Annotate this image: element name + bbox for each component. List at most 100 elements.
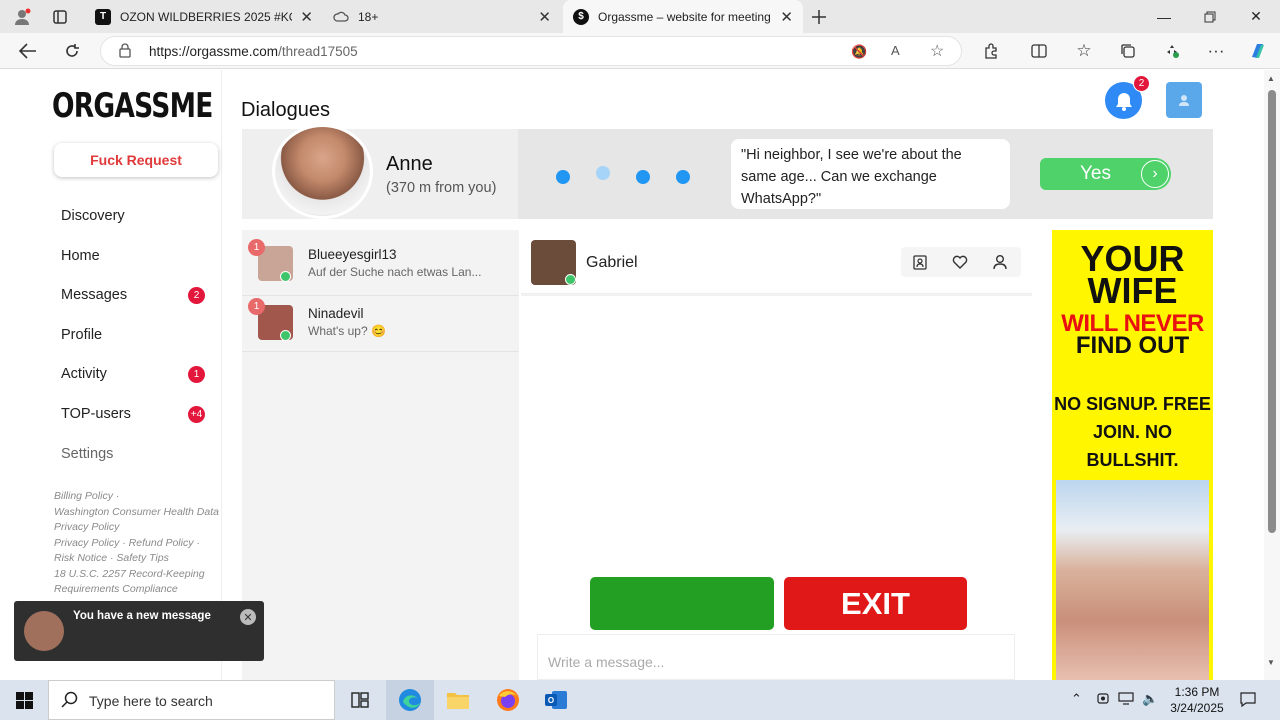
notification-blocked-icon[interactable]: 🔕 — [851, 44, 867, 60]
profile-photo[interactable] — [272, 124, 373, 219]
restore-icon[interactable] — [1187, 0, 1233, 33]
advertisement[interactable]: YOUR WIFE WILL NEVER FIND OUT NO SIGNUP.… — [1052, 230, 1213, 680]
scroll-up-icon[interactable]: ▲ — [1267, 74, 1275, 83]
chat-header: Gabriel — [521, 230, 1032, 294]
list-item[interactable]: 1 Blueeyesgirl13 Auf der Suche nach etwa… — [242, 237, 519, 296]
page-scrollbar[interactable]: ▲ ▼ — [1264, 70, 1280, 680]
browser-tab-strip: T OZON WILDBERRIES 2025 #KOFA ✕ 18+ ✕ $ … — [0, 0, 1280, 33]
toast-text: You have a new message — [73, 610, 211, 622]
site-favicon-icon: $ — [573, 8, 589, 25]
tab-title: OZON WILDBERRIES 2025 #KOFA — [120, 9, 292, 24]
close-icon[interactable]: ✕ — [240, 609, 256, 625]
profile-icon[interactable] — [4, 0, 40, 33]
favorite-star-icon[interactable]: ☆ — [930, 41, 944, 61]
taskbar: Type here to search O ⌃ 🔈 1:36 PM 3/24/2… — [0, 680, 1280, 720]
ad-image — [1056, 480, 1209, 680]
close-icon[interactable]: ✕ — [538, 8, 551, 26]
profile-name[interactable]: Anne — [386, 153, 433, 176]
more-menu-icon[interactable]: ··· — [1204, 39, 1228, 63]
taskbar-clock[interactable]: 1:36 PM 3/24/2025 — [1162, 684, 1232, 716]
scrollbar-thumb[interactable] — [1268, 90, 1276, 533]
unread-badge: 1 — [248, 298, 265, 315]
ad-headline: YOUR WIFE — [1080, 238, 1185, 311]
browser-essentials-icon[interactable] — [1160, 39, 1184, 63]
read-aloud-icon[interactable]: A — [891, 43, 900, 58]
favorites-icon[interactable]: ☆ — [1072, 39, 1096, 63]
banner-message: "Hi neighbor, I see we're about the same… — [731, 139, 1010, 209]
yes-button[interactable]: Yes › — [1040, 158, 1171, 190]
file-explorer-icon[interactable] — [434, 680, 482, 720]
health-privacy-link[interactable]: Washington Consumer Health Data Privacy … — [54, 505, 222, 536]
activity-badge: 1 — [188, 366, 205, 383]
notification-center-icon[interactable] — [1240, 691, 1256, 710]
page-content: ORGASSME Fuck Request Discovery Home Mes… — [0, 70, 1264, 680]
chat-contact-name[interactable]: Gabriel — [586, 254, 638, 272]
lock-icon[interactable] — [119, 43, 131, 63]
tray-app-icon[interactable] — [1096, 691, 1110, 708]
back-icon[interactable] — [16, 39, 40, 63]
tab-ozon[interactable]: T OZON WILDBERRIES 2025 #KOFA ✕ — [85, 0, 323, 33]
tab-18plus[interactable]: 18+ ✕ — [323, 0, 561, 33]
ad-subheadline: FIND OUT — [1075, 332, 1190, 359]
close-icon[interactable]: ✕ — [300, 8, 313, 26]
volume-icon[interactable]: 🔈 — [1142, 691, 1158, 707]
tab-title: 18+ — [358, 9, 379, 24]
conversation-preview: Auf der Suche nach etwas Lan... — [308, 265, 482, 279]
nav-item-settings[interactable]: Settings — [61, 446, 113, 462]
typing-dot — [596, 166, 610, 180]
user-icon[interactable] — [991, 253, 1009, 271]
minimize-icon[interactable]: — — [1141, 0, 1187, 33]
copilot-icon[interactable] — [1246, 39, 1270, 63]
extensions-icon[interactable] — [979, 39, 1003, 63]
typing-dot — [556, 170, 570, 184]
green-button[interactable] — [590, 577, 774, 630]
windows-start-icon[interactable] — [0, 680, 48, 720]
request-button[interactable]: Fuck Request — [54, 143, 218, 177]
conversation-name: Blueeyesgirl13 — [308, 247, 397, 262]
exit-button[interactable]: EXIT — [784, 577, 967, 630]
message-input[interactable]: Write a message... — [537, 634, 1015, 680]
site-logo[interactable]: ORGASSME — [52, 86, 213, 126]
nav-item-top-users[interactable]: TOP-users — [61, 406, 131, 422]
user-avatar-button[interactable] — [1166, 82, 1202, 118]
privacy-refund-links[interactable]: Privacy Policy · Refund Policy · — [54, 536, 222, 552]
tab-orgassme[interactable]: $ Orgassme – website for meeting ✕ — [563, 0, 803, 33]
collections-icon[interactable] — [1116, 39, 1140, 63]
outlook-icon[interactable]: O — [532, 680, 580, 720]
new-tab-icon[interactable] — [796, 0, 842, 33]
edge-icon[interactable] — [386, 680, 434, 720]
chevron-up-icon[interactable]: ⌃ — [1071, 691, 1082, 707]
close-icon[interactable]: ✕ — [780, 8, 793, 26]
compliance-link[interactable]: 18 U.S.C. 2257 Record-Keeping Requiremen… — [54, 567, 222, 598]
nav-item-home[interactable]: Home — [61, 248, 100, 264]
conversation-name: Ninadevil — [308, 306, 364, 321]
profile-card-icon[interactable] — [911, 253, 929, 271]
refresh-icon[interactable] — [60, 39, 84, 63]
online-indicator — [280, 271, 291, 282]
list-item[interactable]: 1 Ninadevil What's up? 😊 — [242, 296, 519, 352]
heart-icon[interactable] — [951, 253, 969, 271]
new-message-toast[interactable]: You have a new message ✕ — [14, 601, 264, 661]
url-text[interactable]: https://orgassme.com/thread17505 — [149, 44, 358, 59]
taskbar-search[interactable]: Type here to search — [48, 680, 335, 720]
nav-item-profile[interactable]: Profile — [61, 327, 102, 343]
firefox-icon[interactable] — [484, 680, 532, 720]
nav-item-activity[interactable]: Activity — [61, 366, 107, 382]
clock-time: 1:36 PM — [1174, 685, 1220, 699]
clock-date: 3/24/2025 — [1170, 701, 1224, 715]
t-favicon-icon: T — [95, 8, 111, 25]
url-domain: https://orgassme.com — [149, 44, 279, 59]
split-screen-icon[interactable] — [1027, 39, 1051, 63]
billing-policy-link[interactable]: Billing Policy · — [54, 489, 222, 505]
risk-safety-links[interactable]: Risk Notice · Safety Tips — [54, 551, 222, 567]
notifications-badge: 2 — [1133, 75, 1150, 92]
scroll-down-icon[interactable]: ▼ — [1267, 658, 1275, 667]
url-bar[interactable]: https://orgassme.com/thread17505 🔕 A ☆ — [100, 36, 962, 66]
network-icon[interactable] — [1118, 691, 1134, 708]
window-close-icon[interactable]: ✕ — [1233, 0, 1279, 33]
tab-actions-icon[interactable] — [40, 0, 80, 33]
conversation-preview: What's up? 😊 — [308, 324, 386, 338]
nav-item-discovery[interactable]: Discovery — [61, 208, 125, 224]
nav-item-messages[interactable]: Messages — [61, 287, 127, 303]
task-view-icon[interactable] — [336, 680, 384, 720]
